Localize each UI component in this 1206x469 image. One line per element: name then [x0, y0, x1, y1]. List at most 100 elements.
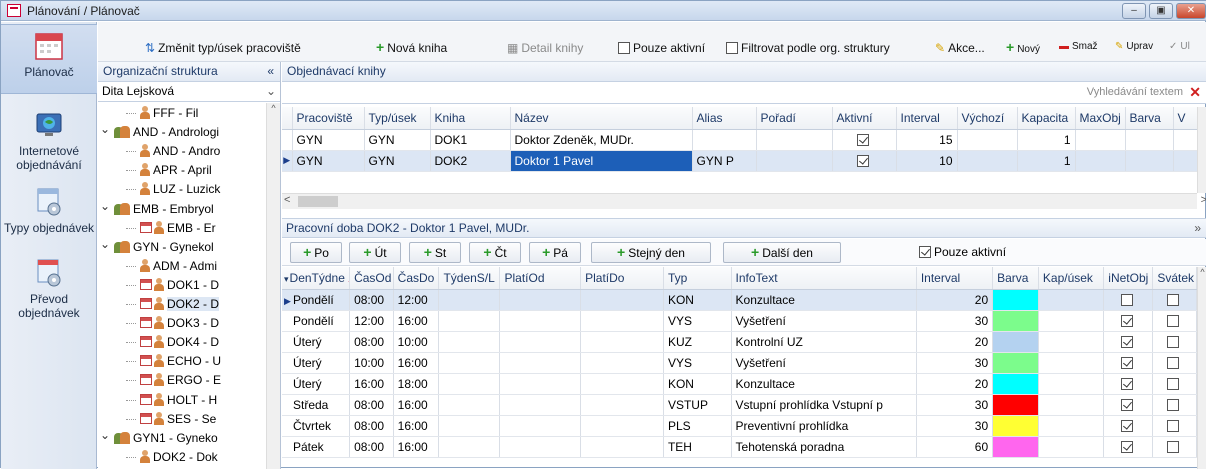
user-combo[interactable]: Dita Lejsková⌄ [98, 82, 280, 102]
table-cell[interactable]: 20 [916, 331, 992, 352]
table-cell[interactable]: 10 [896, 150, 957, 171]
next-day-button[interactable]: +Další den [723, 242, 841, 263]
table-cell[interactable]: 12:00 [393, 289, 439, 310]
tree-scrollbar[interactable]: ^ [266, 103, 280, 469]
detail-book-button[interactable]: ▦Detail knihy [507, 41, 583, 55]
table-cell[interactable] [1038, 352, 1103, 373]
table-cell[interactable] [500, 331, 581, 352]
table-cell[interactable]: Úterý [282, 352, 350, 373]
schedule-scrollbar[interactable]: ^ [1197, 267, 1206, 469]
table-cell[interactable] [581, 415, 664, 436]
column-header[interactable]: MaxObj [1075, 107, 1125, 129]
active-checkbox[interactable] [832, 150, 896, 171]
filter-org-checkbox[interactable]: Filtrovat podle org. struktury [726, 41, 890, 55]
table-cell[interactable]: Vstupní prohlídka Vstupní p [731, 394, 916, 415]
table-row[interactable]: GYNGYNDOK1Doktor Zdeněk, MUDr.151 [282, 129, 1197, 150]
table-row[interactable]: Středa08:0016:00VSTUPVstupní prohlídka V… [282, 394, 1197, 415]
scroll-up-icon[interactable]: ^ [1198, 267, 1206, 277]
expand-chevron-icon[interactable]: ⌄ [100, 121, 110, 138]
column-header[interactable]: Barva [993, 267, 1039, 289]
column-header[interactable]: TýdenS/L [439, 267, 500, 289]
table-cell[interactable]: PLS [663, 415, 731, 436]
table-cell[interactable]: Doktor 1 Pavel [510, 150, 692, 171]
save-button[interactable]: ✓Ul [1169, 41, 1190, 52]
table-cell[interactable] [756, 129, 832, 150]
table-cell[interactable] [500, 394, 581, 415]
table-cell[interactable]: 15 [896, 129, 957, 150]
column-header[interactable]: Kniha [430, 107, 510, 129]
books-hscrollbar[interactable]: <> [282, 193, 1197, 209]
column-header[interactable]: Kapacita [1017, 107, 1075, 129]
table-cell[interactable] [439, 289, 500, 310]
column-header[interactable]: Barva [1125, 107, 1173, 129]
table-cell[interactable]: 10:00 [350, 352, 394, 373]
table-cell[interactable]: 30 [916, 310, 992, 331]
tree-node[interactable]: EMB - Er [140, 220, 216, 237]
table-cell[interactable]: Preventivní prohlídka [731, 415, 916, 436]
table-cell[interactable]: Tehotenská poradna [731, 436, 916, 457]
table-cell[interactable] [957, 129, 1017, 150]
column-header[interactable]: Aktivní [832, 107, 896, 129]
table-cell[interactable] [439, 373, 500, 394]
table-cell[interactable]: 18:00 [393, 373, 439, 394]
table-cell[interactable]: 10:00 [393, 331, 439, 352]
table-cell[interactable]: 16:00 [393, 310, 439, 331]
inet-checkbox[interactable] [1104, 289, 1153, 310]
table-row[interactable]: Úterý16:0018:00KONKonzultace20 [282, 373, 1197, 394]
holiday-checkbox[interactable] [1153, 415, 1197, 436]
inet-checkbox[interactable] [1104, 352, 1153, 373]
table-row[interactable]: Pondělí12:0016:00VYSVyšetření30 [282, 310, 1197, 331]
column-header[interactable]: iNetObj [1104, 267, 1153, 289]
inet-checkbox[interactable] [1104, 373, 1153, 394]
expand-chevron-icon[interactable]: ⌄ [100, 198, 110, 215]
search-input[interactable]: Vyhledávání textem ✕ [282, 82, 1206, 104]
tree-node[interactable]: DOK2 - D [140, 296, 219, 313]
same-day-button[interactable]: +Stejný den [591, 242, 711, 263]
column-header[interactable]: PlatíDo [581, 267, 664, 289]
table-cell[interactable]: Vyšetření [731, 352, 916, 373]
table-cell[interactable] [957, 150, 1017, 171]
table-cell[interactable] [1038, 373, 1103, 394]
column-header[interactable]: ČasOd [350, 267, 394, 289]
table-cell[interactable]: 30 [916, 352, 992, 373]
table-cell[interactable] [581, 436, 664, 457]
table-cell[interactable]: 20 [916, 289, 992, 310]
table-cell[interactable]: 16:00 [350, 373, 394, 394]
scroll-up-icon[interactable]: ^ [267, 103, 280, 113]
table-cell[interactable] [500, 310, 581, 331]
table-row[interactable]: Čtvrtek08:0016:00PLSPreventivní prohlídk… [282, 415, 1197, 436]
column-header[interactable]: Pracoviště [292, 107, 364, 129]
table-cell[interactable] [1038, 289, 1103, 310]
tree-node[interactable]: HOLT - H [140, 392, 217, 409]
table-cell[interactable]: 16:00 [393, 436, 439, 457]
tree-node[interactable]: DOK3 - D [140, 315, 219, 332]
table-cell[interactable]: 08:00 [350, 415, 394, 436]
collapse-icon[interactable]: « [267, 62, 274, 81]
holiday-checkbox[interactable] [1153, 436, 1197, 457]
actions-button[interactable]: ✎Akce... [935, 41, 985, 55]
table-cell[interactable] [1038, 415, 1103, 436]
table-cell[interactable]: VYS [663, 352, 731, 373]
inet-checkbox[interactable] [1104, 331, 1153, 352]
table-cell[interactable] [500, 436, 581, 457]
day-button[interactable]: +St [409, 242, 461, 263]
tree-node[interactable]: DOK1 - D [140, 277, 219, 294]
table-cell[interactable]: Pátek [282, 436, 350, 457]
table-cell[interactable]: 16:00 [393, 394, 439, 415]
table-cell[interactable]: 16:00 [393, 415, 439, 436]
color-cell[interactable] [993, 394, 1039, 415]
column-header[interactable]: Výchozí [957, 107, 1017, 129]
table-cell[interactable]: Konzultace [731, 289, 916, 310]
table-cell[interactable]: 60 [916, 436, 992, 457]
filter-icon[interactable]: ▾ [284, 274, 289, 284]
tree-node[interactable]: SES - Se [140, 411, 216, 428]
inet-checkbox[interactable] [1104, 436, 1153, 457]
table-cell[interactable]: 08:00 [350, 436, 394, 457]
books-scrollbar[interactable] [1197, 107, 1206, 193]
column-header[interactable]: ▾DenTýdne▲ [282, 267, 350, 289]
column-header[interactable]: Název [510, 107, 692, 129]
table-cell[interactable] [692, 129, 756, 150]
expand-chevron-icon[interactable]: ⌄ [100, 427, 110, 444]
tree-node[interactable]: DOK2 - Dok [140, 449, 218, 466]
tree-node[interactable]: ⌄GYN1 - Gyneko [114, 430, 218, 447]
